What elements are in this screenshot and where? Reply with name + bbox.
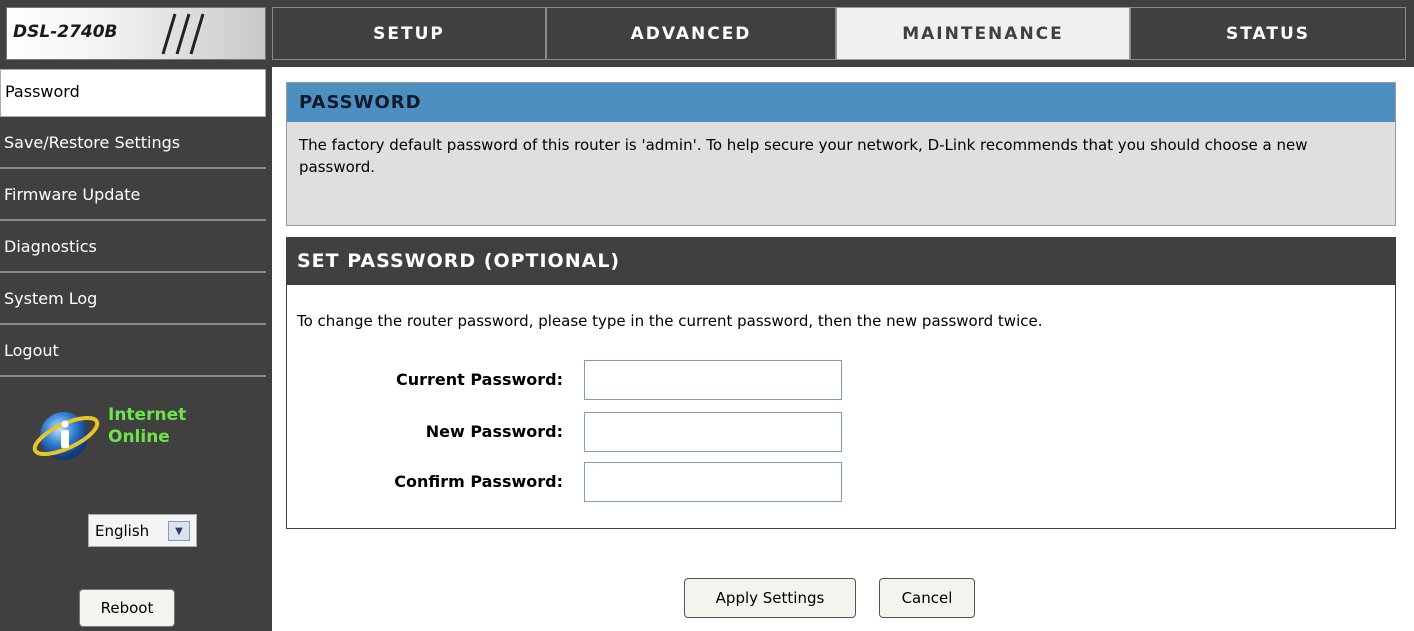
set-password-description: To change the router password, please ty… <box>297 312 1043 330</box>
model-name: DSL-2740B <box>13 22 118 42</box>
current-password-label: Current Password: <box>395 370 563 389</box>
sidebar-item-password[interactable]: Password <box>0 69 266 117</box>
status-line-2: Online <box>108 427 170 447</box>
set-password-title: SET PASSWORD (OPTIONAL) <box>287 238 1395 285</box>
internet-status: Internet Online <box>30 402 230 482</box>
model-badge: DSL-2740B <box>0 0 272 67</box>
top-navigation-bar: DSL-2740B SETUP ADVANCED MAINTENANCE STA… <box>0 0 1414 67</box>
confirm-password-field[interactable] <box>584 462 842 502</box>
sidebar-item-logout[interactable]: Logout <box>0 329 266 377</box>
password-section-title: PASSWORD <box>287 83 1395 122</box>
status-line-1: Internet <box>108 405 187 425</box>
current-password-field[interactable] <box>584 360 842 400</box>
info-globe-icon <box>32 412 100 460</box>
sidebar-item-firmware-update[interactable]: Firmware Update <box>0 173 266 221</box>
slashes-logo-icon <box>161 13 205 55</box>
sidebar: Password Save/Restore Settings Firmware … <box>0 67 272 631</box>
language-selected: English <box>95 521 150 540</box>
new-password-field[interactable] <box>584 412 842 452</box>
tab-setup[interactable]: SETUP <box>272 7 546 60</box>
apply-settings-button[interactable]: Apply Settings <box>684 578 856 618</box>
password-section-description: The factory default password of this rou… <box>299 136 1308 176</box>
confirm-password-label: Confirm Password: <box>394 472 563 491</box>
sidebar-item-system-log[interactable]: System Log <box>0 277 266 325</box>
set-password-panel: SET PASSWORD (OPTIONAL) To change the ro… <box>286 237 1396 529</box>
tab-status[interactable]: STATUS <box>1130 7 1406 60</box>
password-info-panel: PASSWORD The factory default password of… <box>286 82 1396 226</box>
chevron-down-icon[interactable]: ▼ <box>168 521 190 541</box>
internet-status-text: Internet Online <box>108 404 186 448</box>
tab-advanced[interactable]: ADVANCED <box>546 7 836 60</box>
language-select[interactable]: English ▼ <box>88 514 197 547</box>
tab-maintenance[interactable]: MAINTENANCE <box>836 7 1130 60</box>
reboot-button[interactable]: Reboot <box>79 589 175 627</box>
new-password-label: New Password: <box>425 422 563 441</box>
cancel-button[interactable]: Cancel <box>879 578 975 618</box>
model-badge-panel: DSL-2740B <box>6 7 266 60</box>
sidebar-item-diagnostics[interactable]: Diagnostics <box>0 225 266 273</box>
sidebar-item-save-restore[interactable]: Save/Restore Settings <box>0 121 266 169</box>
